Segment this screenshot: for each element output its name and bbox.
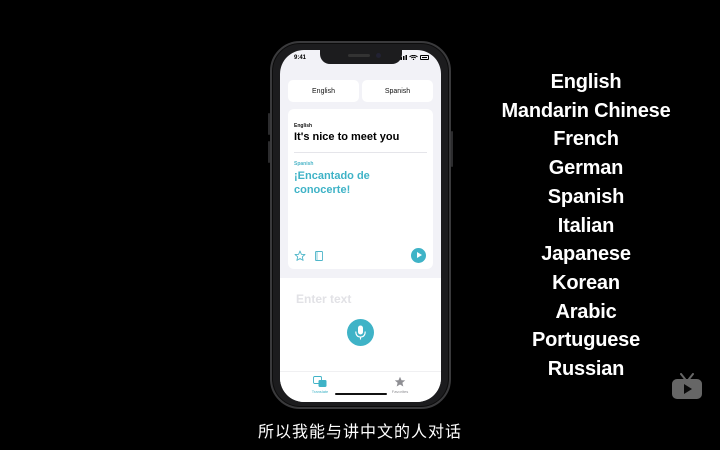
source-text: It's nice to meet you	[294, 131, 400, 143]
language-item: Mandarin Chinese	[501, 99, 671, 122]
wifi-icon	[409, 55, 418, 60]
text-input[interactable]: Enter text	[296, 292, 351, 306]
divider	[294, 152, 427, 153]
status-icons	[398, 55, 429, 60]
power-button	[451, 131, 453, 167]
translated-text: ¡Encantado de conocerte!	[294, 170, 370, 196]
microphone-button[interactable]	[347, 319, 374, 346]
notch	[320, 50, 402, 64]
speaker	[348, 54, 370, 57]
tab-bar: Translate Favorites	[280, 371, 441, 402]
language-item: Korean	[552, 271, 620, 294]
supported-languages-list: English Mandarin Chinese French German S…	[486, 68, 686, 384]
tab-favorites[interactable]: Favorites	[380, 376, 420, 394]
home-indicator	[335, 393, 387, 395]
phone-screen: 9:41 English Spanish English It's nice t…	[280, 50, 441, 402]
tab-favorites-label: Favorites	[391, 389, 409, 394]
translate-icon	[313, 376, 327, 387]
tv-icon	[672, 373, 702, 399]
volume-up-button	[268, 113, 270, 135]
target-language-button[interactable]: Spanish	[362, 80, 433, 102]
star-icon	[394, 376, 406, 387]
language-item: Spanish	[547, 185, 625, 208]
play-audio-button[interactable]	[411, 248, 426, 263]
tab-translate[interactable]: Translate	[300, 376, 340, 394]
language-item: German	[548, 157, 624, 180]
tab-translate-label: Translate	[311, 389, 329, 394]
language-item: English	[550, 71, 622, 93]
dictionary-book-icon[interactable]	[313, 250, 325, 262]
target-language-label: Spanish	[294, 161, 314, 167]
language-item: Japanese	[541, 243, 631, 266]
language-item: French	[553, 128, 619, 151]
volume-down-button	[268, 141, 270, 163]
language-item: Arabic	[555, 300, 617, 323]
language-item: Portuguese	[531, 329, 641, 352]
microphone-icon	[355, 325, 366, 340]
language-item: Italian	[557, 214, 615, 237]
battery-icon	[420, 55, 429, 60]
language-item: Russian	[547, 358, 625, 381]
video-subtitle: 所以我能与讲中文的人对话	[257, 424, 462, 441]
source-language-label: English	[294, 123, 313, 129]
translation-card: English It's nice to meet you Spanish ¡E…	[288, 109, 433, 269]
phone-frame: 9:41 English Spanish English It's nice t…	[268, 41, 453, 409]
input-area: Enter text Translate Favorites	[280, 278, 441, 402]
front-camera	[376, 53, 381, 58]
favorite-star-icon[interactable]	[294, 250, 306, 262]
status-time: 9:41	[294, 55, 307, 61]
source-language-button[interactable]: English	[288, 80, 359, 102]
language-selector: English Spanish	[288, 80, 433, 102]
